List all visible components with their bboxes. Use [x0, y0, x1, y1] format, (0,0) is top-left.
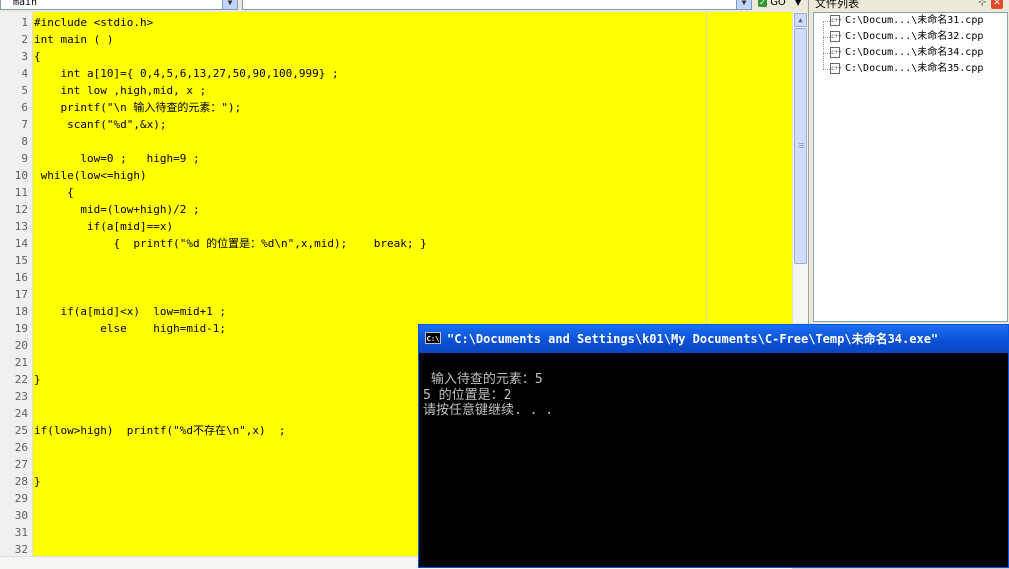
- code-line[interactable]: mid=(low+high)/2 ;: [34, 201, 199, 218]
- line-number: 26: [14, 441, 28, 454]
- console-icon: C:\: [425, 332, 441, 344]
- tree-connector: [823, 21, 830, 22]
- line-number-gutter: 1 2 3 4 5 6 7 8 9 10 11 12 13 14 15 16 17 18 19 20 21 22 23 24 2…: [0, 12, 33, 556]
- line-number: 18: [14, 305, 28, 318]
- go-arrow-icon: ✓: [758, 0, 767, 7]
- code-line[interactable]: }: [34, 473, 41, 490]
- line-number: 31: [14, 526, 28, 539]
- tree-connector: [823, 21, 824, 69]
- code-line[interactable]: {: [34, 184, 74, 201]
- line-number: 21: [14, 356, 28, 369]
- cpp-file-icon: c++: [830, 63, 842, 74]
- line-number: 5: [21, 84, 28, 97]
- panel-title: 文件列表: [815, 0, 859, 10]
- console-line: 5 的位置是：2: [423, 388, 512, 403]
- console-title-bar[interactable]: C:\ "C:\Documents and Settings\k01\My Do…: [419, 325, 1008, 353]
- cpp-file-icon: c++: [830, 31, 842, 42]
- console-line: 请按任意键继续. . .: [423, 403, 554, 418]
- line-number: 12: [14, 203, 28, 216]
- line-number: 2: [21, 33, 28, 46]
- code-line[interactable]: { printf("%d 的位置是：%d\n",x,mid); break; }: [34, 235, 426, 252]
- line-number: 11: [14, 186, 28, 199]
- console-title: "C:\Documents and Settings\k01\My Docume…: [447, 332, 939, 346]
- search-combo[interactable]: ▼: [242, 0, 752, 10]
- code-line[interactable]: {: [34, 48, 41, 65]
- file-name: C:\Docum...\未命名32.cpp: [845, 31, 984, 42]
- tree-connector: [823, 37, 830, 38]
- console-window[interactable]: C:\ "C:\Documents and Settings\k01\My Do…: [418, 324, 1009, 568]
- code-line[interactable]: printf("\n 输入待查的元素：");: [34, 99, 241, 116]
- line-number: 28: [14, 475, 28, 488]
- code-line[interactable]: int a[10]={ 0,4,5,6,13,27,50,90,100,999}…: [34, 65, 338, 82]
- line-number: 14: [14, 237, 28, 250]
- console-output[interactable]: 输入待查的元素：5 5 的位置是：2 请按任意键继续. . .: [421, 353, 1006, 567]
- line-number: 9: [21, 152, 28, 165]
- code-line[interactable]: int main ( ): [34, 31, 113, 48]
- code-line[interactable]: int low ,high,mid, x ;: [34, 82, 206, 99]
- line-number: 13: [14, 220, 28, 233]
- line-number: 25: [14, 424, 28, 437]
- go-label: GO: [770, 0, 786, 8]
- line-number: 15: [14, 254, 28, 267]
- chevron-down-icon[interactable]: ▼: [795, 0, 801, 7]
- scrollbar-thumb[interactable]: [794, 28, 807, 264]
- line-number: 8: [21, 135, 28, 148]
- line-number: 22: [14, 373, 28, 386]
- line-number: 24: [14, 407, 28, 420]
- line-number: 29: [14, 492, 28, 505]
- code-line[interactable]: if(low>high) printf("%d不存在\n",x) ;: [34, 422, 286, 439]
- tree-connector: [823, 69, 830, 70]
- tree-connector: [823, 53, 830, 54]
- code-line[interactable]: while(low<=high): [34, 167, 147, 184]
- file-tree: c++ C:\Docum...\未命名31.cpp c++ C:\Docum..…: [813, 12, 1008, 322]
- code-line[interactable]: if(a[mid]<x) low=mid+1 ;: [34, 303, 226, 320]
- cpp-file-icon: c++: [830, 47, 842, 58]
- file-name: C:\Docum...\未命名31.cpp: [845, 15, 984, 26]
- line-number: 7: [21, 118, 28, 131]
- function-combo[interactable]: main ▼: [0, 0, 238, 10]
- code-line[interactable]: low=0 ; high=9 ;: [34, 150, 199, 167]
- function-combo-value: main: [13, 0, 38, 8]
- scroll-up-icon[interactable]: ▲: [794, 13, 807, 27]
- line-number: 4: [21, 67, 28, 80]
- chevron-down-icon[interactable]: ▼: [736, 0, 751, 9]
- line-number: 6: [21, 101, 28, 114]
- line-number: 10: [14, 169, 28, 182]
- line-number: 20: [14, 339, 28, 352]
- line-number: 17: [14, 288, 28, 301]
- code-line[interactable]: else high=mid-1;: [34, 320, 226, 337]
- cpp-file-icon: c++: [830, 15, 842, 26]
- file-name: C:\Docum...\未命名34.cpp: [845, 47, 984, 58]
- panel-header: 文件列表 ⊹ ✕: [809, 0, 1009, 12]
- console-line: 输入待查的元素：5: [423, 372, 543, 387]
- close-icon[interactable]: ✕: [991, 0, 1003, 9]
- line-number: 1: [21, 16, 28, 29]
- line-number: 30: [14, 509, 28, 522]
- line-number: 16: [14, 271, 28, 284]
- line-number: 27: [14, 458, 28, 471]
- line-number: 3: [21, 50, 28, 63]
- code-line[interactable]: #include <stdio.h>: [34, 14, 153, 31]
- line-number: 19: [14, 322, 28, 335]
- code-line[interactable]: if(a[mid]==x): [34, 218, 173, 235]
- go-button[interactable]: ✓ GO ▼: [756, 0, 808, 10]
- pin-icon[interactable]: ⊹: [978, 0, 986, 8]
- line-number: 23: [14, 390, 28, 403]
- chevron-down-icon[interactable]: ▼: [222, 0, 237, 9]
- code-line[interactable]: scanf("%d",&x);: [34, 116, 166, 133]
- code-line[interactable]: }: [34, 371, 41, 388]
- file-name: C:\Docum...\未命名35.cpp: [845, 63, 984, 74]
